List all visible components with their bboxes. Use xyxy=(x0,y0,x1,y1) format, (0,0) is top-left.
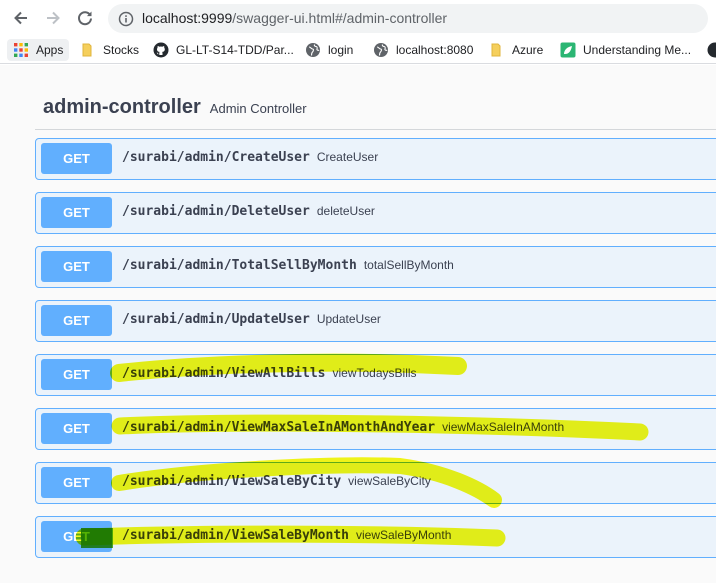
operation-delete-user[interactable]: GET /surabi/admin/DeleteUser deleteUser xyxy=(35,192,716,234)
globe-icon xyxy=(374,43,388,57)
operation-summary: viewTodaysBills xyxy=(332,366,417,380)
url-host: localhost:9999 xyxy=(142,10,233,26)
leaf-icon xyxy=(560,42,576,58)
bookmark-label: GL-LT-S14-TDD/Par... xyxy=(176,43,294,57)
controller-description: Admin Controller xyxy=(209,101,307,116)
bookmark-github[interactable]: GL-LT-S14-TDD/Par... xyxy=(153,39,294,61)
operation-summary: viewSaleByCity xyxy=(348,474,431,488)
bookmarks-bar: Apps Stocks GL-LT-S14-TDD/Par... login l… xyxy=(0,36,716,64)
path-text: /surabi/admin/ViewSaleByCity xyxy=(122,474,342,489)
bookmark-label: Understanding Me... xyxy=(583,43,692,57)
method-badge: GET xyxy=(41,305,112,336)
bookmark-label: Azure xyxy=(512,43,544,57)
url-path: /swagger-ui.html#/admin-controller xyxy=(232,10,448,26)
method-badge: GET xyxy=(41,359,112,390)
operation-summary: deleteUser xyxy=(316,204,375,218)
path-text: /surabi/admin/ViewMaxSaleInAMonthAndYear xyxy=(122,420,436,435)
operation-path: /surabi/admin/ViewSaleByMonth viewSaleByM… xyxy=(122,528,451,543)
github-icon xyxy=(153,42,169,58)
browser-toolbar: localhost:9999/swagger-ui.html#/admin-co… xyxy=(0,0,716,36)
method-badge: GET xyxy=(41,467,112,498)
controller-name: admin-controller xyxy=(43,96,201,118)
operation-view-sale-by-month[interactable]: GET /surabi/admin/ViewSaleByMonth viewSal… xyxy=(35,516,716,558)
operation-path: /surabi/admin/DeleteUser deleteUser xyxy=(122,204,375,219)
bookmark-label: login xyxy=(328,43,354,57)
forward-button[interactable] xyxy=(41,6,65,30)
bookmark-localhost[interactable]: localhost:8080 xyxy=(373,39,473,61)
operation-path: /surabi/admin/UpdateUser UpdateUser xyxy=(122,312,381,327)
bookmark-label: localhost:8080 xyxy=(396,43,474,57)
operation-view-all-bills[interactable]: GET /surabi/admin/ViewAllBills viewTodays… xyxy=(35,354,716,396)
method-badge: GET xyxy=(41,197,112,228)
path-text: /surabi/admin/CreateUser xyxy=(122,150,310,165)
bookmark-understanding[interactable]: Understanding Me... xyxy=(560,39,691,61)
operation-summary: CreateUser xyxy=(316,150,379,164)
swagger-content: admin-controller Admin Controller GET /s… xyxy=(0,65,716,583)
path-text: /surabi/admin/DeleteUser xyxy=(122,204,310,219)
bookmark-azure[interactable]: Azure xyxy=(489,39,543,61)
operation-path: /surabi/admin/ViewSaleByCity viewSaleByCi… xyxy=(122,474,431,489)
operation-summary: UpdateUser xyxy=(316,312,381,326)
operation-summary: viewSaleByMonth xyxy=(355,528,452,542)
operation-view-max-sale[interactable]: GET /surabi/admin/ViewMaxSaleInAMonthAnd… xyxy=(35,408,716,450)
arrow-right-icon xyxy=(47,11,60,25)
operation-create-user[interactable]: GET /surabi/admin/CreateUser CreateUser xyxy=(35,138,716,180)
method-badge: GET xyxy=(41,413,112,444)
reload-icon xyxy=(78,11,92,26)
operation-summary: totalSellByMonth xyxy=(363,258,454,272)
address-bar[interactable]: localhost:9999/swagger-ui.html#/admin-co… xyxy=(108,4,708,33)
method-badge: GET xyxy=(41,521,112,552)
operation-path: /surabi/admin/CreateUser CreateUser xyxy=(122,150,378,165)
path-text: /surabi/admin/UpdateUser xyxy=(122,312,310,327)
bookmark-overflow[interactable] xyxy=(707,39,716,61)
bookmark-label: Stocks xyxy=(103,43,140,57)
header-divider xyxy=(35,129,716,130)
apps-grid-icon xyxy=(14,43,28,57)
method-badge: GET xyxy=(41,143,112,174)
method-badge: GET xyxy=(41,251,112,282)
info-icon[interactable] xyxy=(118,11,134,27)
operation-summary: viewMaxSaleInAMonth xyxy=(442,420,565,434)
bookmark-login[interactable]: login xyxy=(305,39,353,61)
path-text: /surabi/admin/ViewSaleByMonth xyxy=(122,528,349,543)
controller-header[interactable]: admin-controller Admin Controller xyxy=(43,96,307,119)
path-text: /surabi/admin/TotalSellByMonth xyxy=(122,258,357,273)
back-button[interactable] xyxy=(9,6,33,30)
bookmark-label: Apps xyxy=(36,43,64,57)
bookmark-stocks[interactable]: Stocks xyxy=(80,39,139,61)
operation-path: /surabi/admin/ViewAllBills viewTodaysBill… xyxy=(122,366,417,381)
bookmark-apps[interactable]: Apps xyxy=(7,39,70,61)
operation-total-sell-by-month[interactable]: GET /surabi/admin/TotalSellByMonth totalS… xyxy=(35,246,716,288)
folder-icon xyxy=(82,43,92,57)
github-icon xyxy=(707,42,716,58)
globe-icon xyxy=(306,43,320,57)
operation-update-user[interactable]: GET /surabi/admin/UpdateUser UpdateUser xyxy=(35,300,716,342)
reload-button[interactable] xyxy=(73,6,97,30)
operation-path: /surabi/admin/ViewMaxSaleInAMonthAndYear… xyxy=(122,420,564,435)
folder-icon xyxy=(491,43,501,57)
arrow-left-icon xyxy=(14,11,27,25)
url-text[interactable]: localhost:9999/swagger-ui.html#/admin-co… xyxy=(142,10,447,26)
path-text: /surabi/admin/ViewAllBills xyxy=(122,366,326,381)
operation-view-sale-by-city[interactable]: GET /surabi/admin/ViewSaleByCity viewSale… xyxy=(35,462,716,504)
operation-path: /surabi/admin/TotalSellByMonth totalSellB… xyxy=(122,258,454,273)
